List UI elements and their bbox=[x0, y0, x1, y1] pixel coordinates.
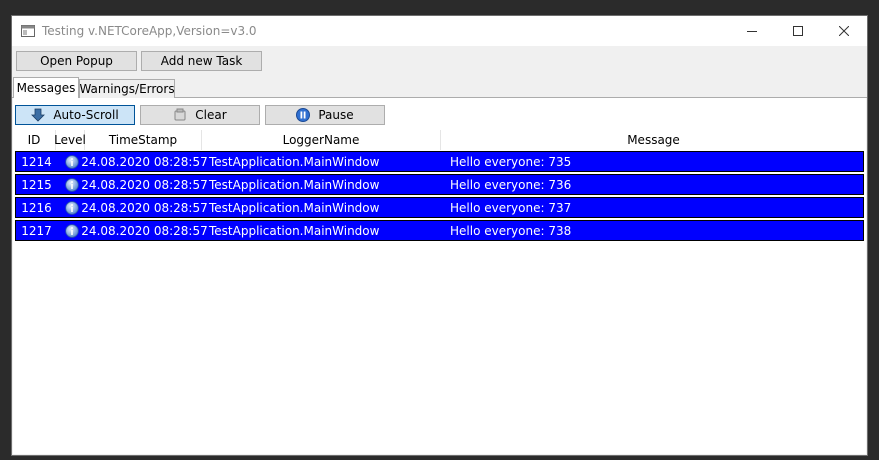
app-window-icon bbox=[21, 25, 35, 37]
cell-loggername: TestApplication.MainWindow bbox=[209, 223, 380, 238]
table-row[interactable]: 1214 24.08.2020 08:28:57 TestApplication… bbox=[15, 151, 864, 172]
title-bar[interactable]: Testing v.NETCoreApp,Version=v3.0 bbox=[12, 16, 867, 46]
cell-id: 1215 bbox=[21, 177, 52, 192]
auto-scroll-label: Auto-Scroll bbox=[53, 108, 119, 122]
cell-id: 1214 bbox=[21, 154, 52, 169]
log-table-body: 1214 24.08.2020 08:28:57 TestApplication… bbox=[15, 151, 864, 243]
cell-timestamp: 24.08.2020 08:28:57 bbox=[81, 200, 208, 215]
open-popup-button[interactable]: Open Popup bbox=[16, 51, 137, 71]
pause-button[interactable]: Pause bbox=[265, 105, 385, 125]
clear-button[interactable]: Clear bbox=[140, 105, 260, 125]
column-header-timestamp[interactable]: TimeStamp bbox=[85, 130, 202, 150]
cell-message: Hello everyone: 736 bbox=[450, 177, 572, 192]
cell-message: Hello everyone: 738 bbox=[450, 223, 572, 238]
cell-timestamp: 24.08.2020 08:28:57 bbox=[81, 223, 208, 238]
column-header-loggername[interactable]: LoggerName bbox=[202, 130, 441, 150]
close-button[interactable] bbox=[821, 16, 867, 46]
clear-label: Clear bbox=[195, 108, 227, 122]
add-new-task-button[interactable]: Add new Task bbox=[141, 51, 262, 71]
cell-message: Hello everyone: 737 bbox=[450, 200, 572, 215]
close-icon bbox=[839, 26, 849, 36]
cell-loggername: TestApplication.MainWindow bbox=[209, 154, 380, 169]
maximize-button[interactable] bbox=[775, 16, 821, 46]
cell-loggername: TestApplication.MainWindow bbox=[209, 200, 380, 215]
maximize-icon bbox=[793, 26, 803, 36]
cell-timestamp: 24.08.2020 08:28:57 bbox=[81, 177, 208, 192]
table-row[interactable]: 1215 24.08.2020 08:28:57 TestApplication… bbox=[15, 174, 864, 195]
auto-scroll-button[interactable]: Auto-Scroll bbox=[15, 105, 135, 125]
tab-strip: Messages Warnings/Errors bbox=[12, 77, 867, 98]
cell-loggername: TestApplication.MainWindow bbox=[209, 177, 380, 192]
cell-id: 1217 bbox=[21, 223, 52, 238]
table-row[interactable]: 1216 24.08.2020 08:28:57 TestApplication… bbox=[15, 197, 864, 218]
cell-id: 1216 bbox=[21, 200, 52, 215]
pause-icon bbox=[296, 108, 311, 122]
eraser-icon bbox=[173, 108, 187, 122]
cell-timestamp: 24.08.2020 08:28:57 bbox=[81, 154, 208, 169]
minimize-icon bbox=[747, 31, 757, 32]
messages-panel: Auto-Scroll Clear Pause ID Level TimeSta… bbox=[13, 98, 866, 454]
minimize-button[interactable] bbox=[729, 16, 775, 46]
tab-warnings-errors[interactable]: Warnings/Errors bbox=[79, 79, 175, 98]
log-table-header: ID Level TimeStamp LoggerName Message bbox=[13, 130, 866, 150]
pause-label: Pause bbox=[318, 108, 354, 122]
column-header-level[interactable]: Level bbox=[54, 130, 86, 150]
column-header-id[interactable]: ID bbox=[13, 130, 56, 150]
tab-messages[interactable]: Messages bbox=[13, 77, 79, 98]
cell-message: Hello everyone: 735 bbox=[450, 154, 572, 169]
arrow-down-icon bbox=[31, 108, 46, 122]
window-title: Testing v.NETCoreApp,Version=v3.0 bbox=[42, 24, 257, 38]
main-window: Testing v.NETCoreApp,Version=v3.0 Open P… bbox=[11, 15, 868, 456]
table-row[interactable]: 1217 24.08.2020 08:28:57 TestApplication… bbox=[15, 220, 864, 241]
column-header-message[interactable]: Message bbox=[441, 130, 866, 150]
log-toolbar: Auto-Scroll Clear Pause bbox=[15, 105, 390, 125]
